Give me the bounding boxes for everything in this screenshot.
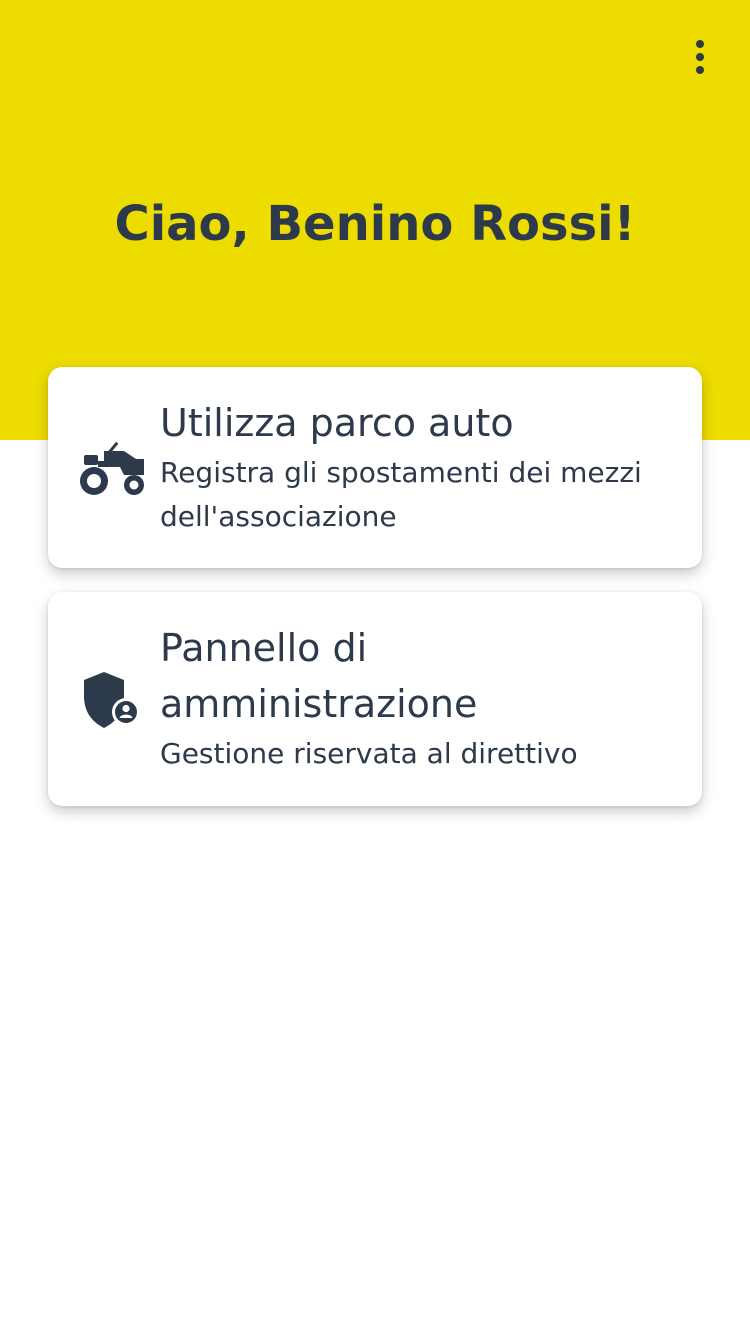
greeting-title: Ciao, Benino Rossi!	[114, 196, 636, 252]
more-vertical-icon-dot	[696, 66, 704, 74]
tractor-icon	[80, 441, 144, 495]
fleet-card[interactable]: Utilizza parco auto Registra gli spostam…	[48, 367, 702, 568]
more-vertical-icon-dot	[696, 53, 704, 61]
more-vertical-icon	[696, 40, 704, 48]
home-screen: Ciao, Benino Rossi! Utilizza parco auto …	[0, 0, 750, 1334]
overflow-menu-button[interactable]	[678, 30, 722, 84]
fleet-card-title: Utilizza parco auto	[160, 401, 514, 445]
fleet-card-subtitle-line1: Registra gli spostamenti dei mezzi	[160, 456, 642, 489]
admin-card-title-line1: Pannello di	[160, 626, 368, 670]
admin-panel-card[interactable]: Pannello di amministrazione Gestione ris…	[48, 592, 702, 806]
shield-user-icon	[84, 672, 140, 728]
admin-card-subtitle: Gestione riservata al direttivo	[160, 737, 578, 770]
admin-card-title-line2: amministrazione	[160, 682, 478, 726]
fleet-card-subtitle-line2: dell'associazione	[160, 500, 397, 533]
